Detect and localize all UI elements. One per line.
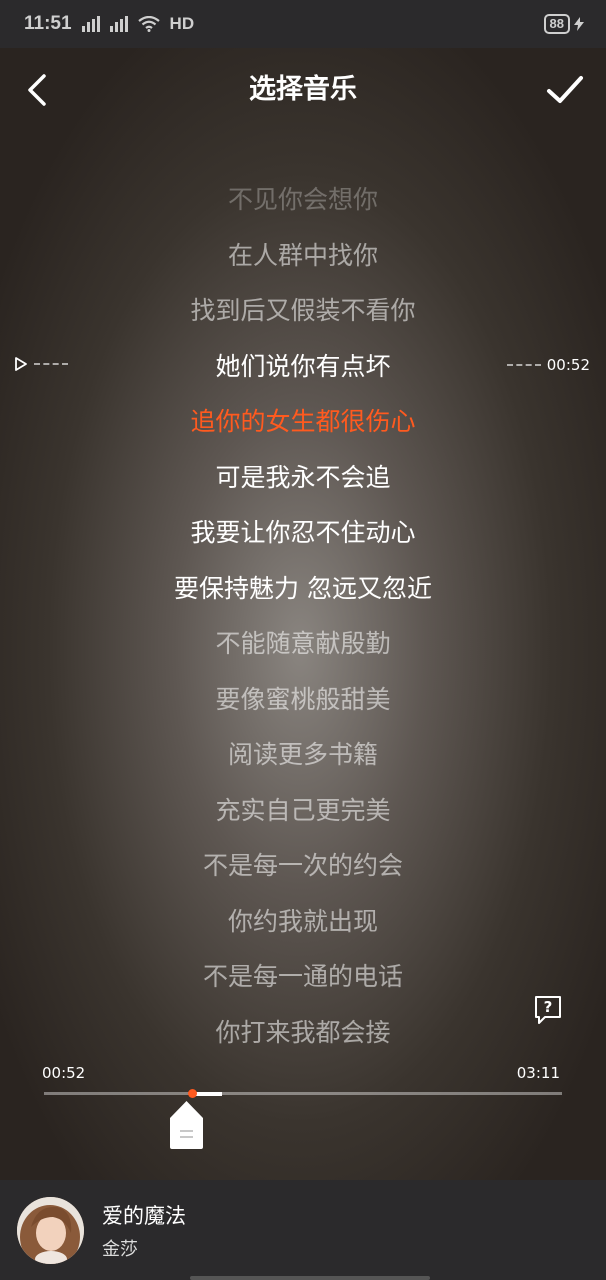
battery: 88	[543, 14, 584, 34]
lyrics-list[interactable]: 不见你会想你 在人群中找你 找到后又假装不看你 她们说你有点坏 追你的女生都很伤…	[0, 172, 606, 1060]
lyric-line[interactable]: 不能随意献殷勤	[0, 616, 606, 672]
playhead-dot	[188, 1089, 197, 1098]
play-from-line-button[interactable]	[14, 356, 68, 372]
lyric-line[interactable]: 不见你会想你	[0, 172, 606, 228]
now-playing-bar[interactable]: 爱的魔法 金莎	[0, 1180, 606, 1280]
lyric-line-current[interactable]: 追你的女生都很伤心	[0, 394, 606, 450]
signal-icon	[81, 16, 100, 32]
lyric-line[interactable]: 阅读更多书籍	[0, 727, 606, 783]
lyric-line[interactable]: 不是每一通的电话	[0, 949, 606, 1005]
charging-icon	[574, 17, 584, 31]
clip-start-time: 00:52	[42, 1064, 86, 1082]
handle-icon	[170, 1101, 203, 1149]
lyric-line[interactable]: 充实自己更完美	[0, 783, 606, 839]
question-bubble-icon: ?	[535, 996, 561, 1024]
status-time: 11:51	[24, 13, 72, 34]
status-left: 11:51 HD	[24, 13, 194, 35]
artist-avatar-image	[17, 1197, 84, 1264]
lyric-line[interactable]: 你约我就出现	[0, 894, 606, 950]
marker-dash-left	[34, 363, 68, 365]
wifi-icon	[137, 16, 160, 32]
top-bar: 选择音乐	[0, 48, 606, 132]
total-duration: 03:11	[516, 1064, 560, 1082]
song-artist: 金莎	[102, 1239, 138, 1260]
drag-handle[interactable]	[169, 1100, 204, 1150]
lyric-line[interactable]: 你打来我都会接	[0, 1005, 606, 1061]
signal-icon-2	[109, 16, 128, 32]
lyric-line[interactable]: 我要让你忍不住动心	[0, 505, 606, 561]
status-bar: 11:51 HD 88	[0, 0, 606, 48]
lyric-line[interactable]: 可是我永不会追	[0, 450, 606, 506]
lyric-line[interactable]: 在人群中找你	[0, 228, 606, 284]
album-cover	[17, 1197, 84, 1264]
lyric-line[interactable]: 要像蜜桃般甜美	[0, 672, 606, 728]
confirm-button[interactable]	[546, 72, 584, 108]
lyrics-screen: 选择音乐 不见你会想你 在人群中找你 找到后又假装不看你 她们说你有点坏 追你的…	[0, 48, 606, 1180]
lyric-line[interactable]: 要保持魅力 忽远又忽近	[0, 561, 606, 617]
play-icon	[15, 357, 27, 371]
battery-level: 88	[543, 14, 570, 34]
song-title: 爱的魔法	[102, 1204, 186, 1228]
page-title: 选择音乐	[249, 74, 357, 105]
network-label: HD	[169, 14, 195, 33]
scroll-time-marker: 00:52	[506, 356, 590, 374]
scroll-time: 00:52	[546, 356, 590, 374]
check-icon	[547, 76, 583, 103]
marker-dash-right	[506, 364, 541, 366]
lyric-line[interactable]: 找到后又假装不看你	[0, 283, 606, 339]
home-indicator	[190, 1276, 430, 1280]
lyric-line[interactable]: 不是每一次的约会	[0, 838, 606, 894]
progress-track[interactable]	[44, 1089, 562, 1098]
help-button[interactable]: ?	[532, 994, 564, 1026]
svg-text:?: ?	[544, 998, 553, 1016]
